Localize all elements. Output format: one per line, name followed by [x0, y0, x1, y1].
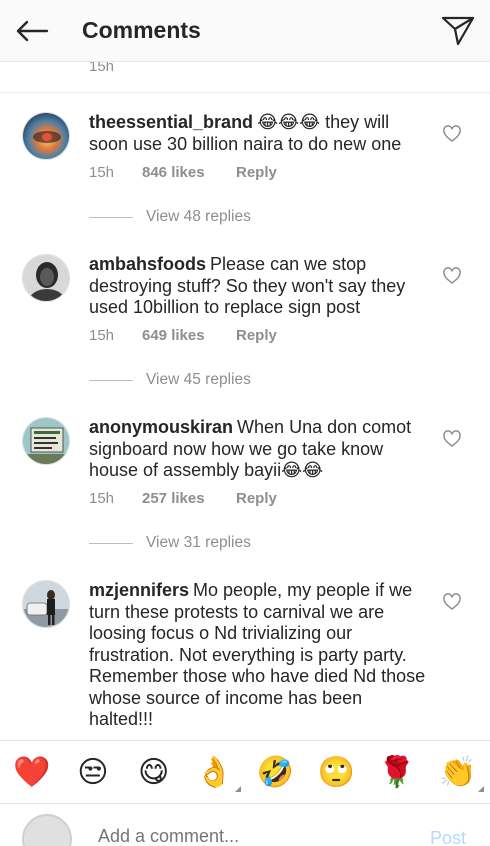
back-arrow-icon	[16, 20, 49, 41]
comment-likes[interactable]: 257 likes	[142, 490, 236, 507]
unamused-face-emoji-button[interactable]: 😒	[71, 750, 115, 794]
comment-username[interactable]: mzjennifers	[89, 580, 189, 600]
view-replies-label: View 31 replies	[146, 534, 251, 551]
reply-button[interactable]: Reply	[236, 490, 277, 507]
avatar[interactable]	[22, 580, 70, 628]
view-replies-button[interactable]: View 31 replies	[89, 534, 251, 552]
divider	[89, 542, 133, 544]
red-heart-emoji-button[interactable]: ❤️	[10, 750, 54, 794]
rose-emoji-button[interactable]: 🌹	[375, 750, 419, 794]
avatar[interactable]	[22, 417, 70, 465]
avatar	[22, 814, 72, 846]
avatar[interactable]	[22, 254, 70, 302]
eye-roll-face-emoji-button[interactable]: 🙄	[314, 750, 358, 794]
avatar-image	[23, 418, 69, 464]
divider	[89, 379, 133, 381]
comment-time: 15h	[89, 327, 115, 344]
comment-text-block: anonymouskiran When Una don comot signboa…	[89, 417, 429, 482]
comment-input-bar: Post	[0, 804, 490, 846]
view-replies-button[interactable]: View 48 replies	[89, 208, 251, 226]
like-heart-icon[interactable]	[442, 266, 462, 286]
comment-time: 15h	[89, 490, 115, 507]
reply-button[interactable]: Reply	[236, 164, 277, 181]
comment-likes[interactable]: 846 likes	[142, 164, 236, 181]
like-heart-icon[interactable]	[442, 592, 462, 612]
skin-tone-indicator-icon	[477, 786, 484, 792]
view-replies-label: View 45 replies	[146, 371, 251, 388]
view-replies-label: View 48 replies	[146, 208, 251, 225]
ok-hand-emoji-button[interactable]: 👌	[193, 750, 241, 794]
red-heart-icon: ❤️	[13, 754, 51, 790]
yum-face-emoji-button[interactable]: 😋	[132, 750, 176, 794]
yum-face-icon: 😋	[138, 754, 170, 790]
previous-comment-time: 15h	[89, 62, 115, 75]
top-bar: Comments	[0, 0, 490, 62]
comment-text-block: ambahsfoods Please can we stop destroying…	[89, 254, 429, 319]
skin-tone-indicator-icon	[234, 786, 241, 792]
emoji-quick-bar: ❤️ 😒 😋 👌 🤣 🙄 🌹 👏	[0, 740, 490, 804]
divider	[89, 216, 133, 218]
comment-text: Mo people, my people if we turn these pr…	[89, 580, 426, 729]
like-heart-icon[interactable]	[442, 124, 462, 144]
comment-input[interactable]	[98, 826, 398, 846]
avatar[interactable]	[22, 112, 70, 160]
unamused-face-icon: 😒	[77, 754, 109, 790]
avatar-image	[23, 581, 69, 627]
ok-hand-icon: 👌	[195, 754, 234, 790]
comment-meta: 15h 649 likes Reply	[89, 327, 277, 344]
comment-username[interactable]: anonymouskiran	[89, 417, 233, 437]
comment-username[interactable]: theessential_brand	[89, 112, 253, 132]
back-button[interactable]	[0, 0, 64, 62]
post-button[interactable]: Post	[430, 828, 466, 846]
like-heart-icon[interactable]	[442, 429, 462, 449]
page-title: Comments	[82, 17, 201, 43]
comment-text-block: theessential_brand 😂😂😂 they will soon use…	[89, 112, 429, 155]
clapping-hands-emoji-button[interactable]: 👏	[436, 750, 484, 794]
clapping-hands-icon: 👏	[439, 754, 477, 790]
direct-message-button[interactable]	[426, 0, 490, 62]
paper-plane-icon	[441, 16, 475, 45]
comment-text-block: mzjennifers Mo people, my people if we tu…	[89, 580, 429, 731]
avatar-image	[23, 113, 69, 159]
rofl-face-icon: 🤣	[256, 754, 295, 790]
comment-meta: 15h 846 likes Reply	[89, 164, 277, 181]
comment-time: 15h	[89, 164, 115, 181]
rose-icon: 🌹	[378, 754, 416, 790]
divider	[0, 92, 490, 93]
comment-username[interactable]: ambahsfoods	[89, 254, 206, 274]
avatar-image	[23, 255, 69, 301]
comments-list[interactable]: 15h theessential_brand 😂😂😂 they will soo…	[0, 62, 490, 740]
reply-button[interactable]: Reply	[236, 327, 277, 344]
eye-roll-face-icon: 🙄	[317, 754, 355, 790]
comment-likes[interactable]: 649 likes	[142, 327, 236, 344]
view-replies-button[interactable]: View 45 replies	[89, 371, 251, 389]
comment-meta: 15h 257 likes Reply	[89, 490, 277, 507]
rofl-face-emoji-button[interactable]: 🤣	[253, 750, 297, 794]
